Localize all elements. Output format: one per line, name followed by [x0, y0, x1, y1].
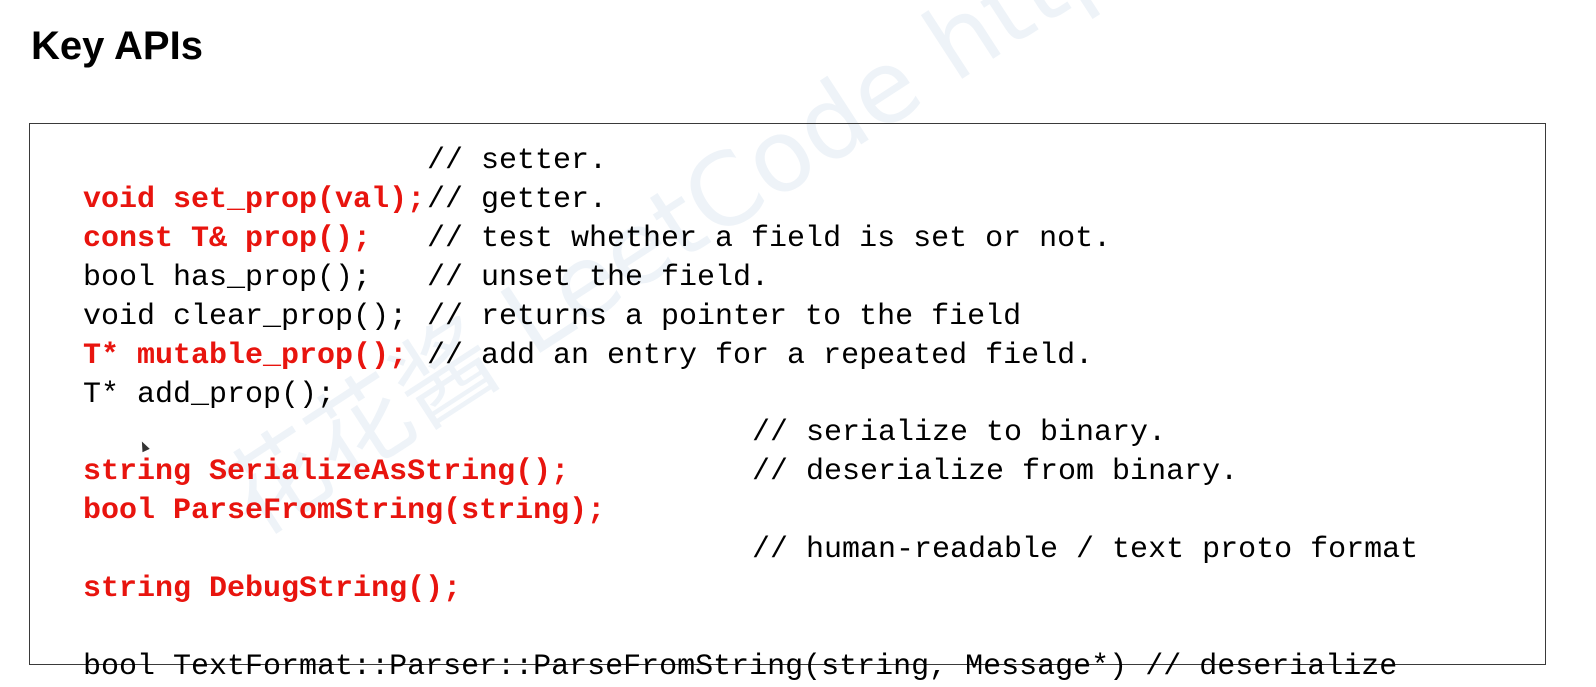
code-line-text-format: bool TextFormat::Parser::ParseFromString…: [47, 609, 1397, 684]
code-comment: // deserialize from binary.: [752, 455, 1239, 489]
page-title: Key APIs: [31, 24, 203, 68]
code-line-has-prop: bool has_prop(); // test whether a field…: [47, 220, 1111, 295]
code-line-debug-string: string DebugString(); // human-readable …: [47, 531, 1418, 606]
code-signature: T* add_prop();: [83, 378, 336, 412]
code-line-add-prop: T* add_prop(); // add an entry for a rep…: [47, 337, 1093, 412]
code-comment: // test whether a field is set or not.: [427, 222, 1112, 256]
code-line-set-prop: void set_prop(val); // setter.: [47, 142, 607, 217]
code-signature: bool TextFormat::Parser::ParseFromString…: [83, 650, 1398, 684]
code-comment: // add an entry for a repeated field.: [427, 339, 1094, 373]
code-line-serialize: string SerializeAsString(); // serialize…: [47, 414, 1166, 489]
code-comment: // human-readable / text proto format: [752, 533, 1419, 567]
code-line-prop: const T& prop(); // getter.: [47, 181, 607, 256]
code-signature: string DebugString();: [83, 572, 462, 606]
code-comment: // unset the field.: [427, 261, 770, 295]
code-comment: // getter.: [427, 183, 608, 217]
code-line-parse: bool ParseFromString(string); // deseria…: [47, 453, 1238, 528]
code-comment: // setter.: [427, 144, 608, 178]
code-line-clear-prop: void clear_prop(); // unset the field.: [47, 259, 769, 334]
code-comment: // returns a pointer to the field: [427, 300, 1022, 334]
code-comment: // serialize to binary.: [752, 416, 1167, 450]
code-line-mutable-prop: T* mutable_prop(); // returns a pointer …: [47, 298, 1021, 373]
code-signature: bool ParseFromString(string);: [83, 494, 606, 528]
